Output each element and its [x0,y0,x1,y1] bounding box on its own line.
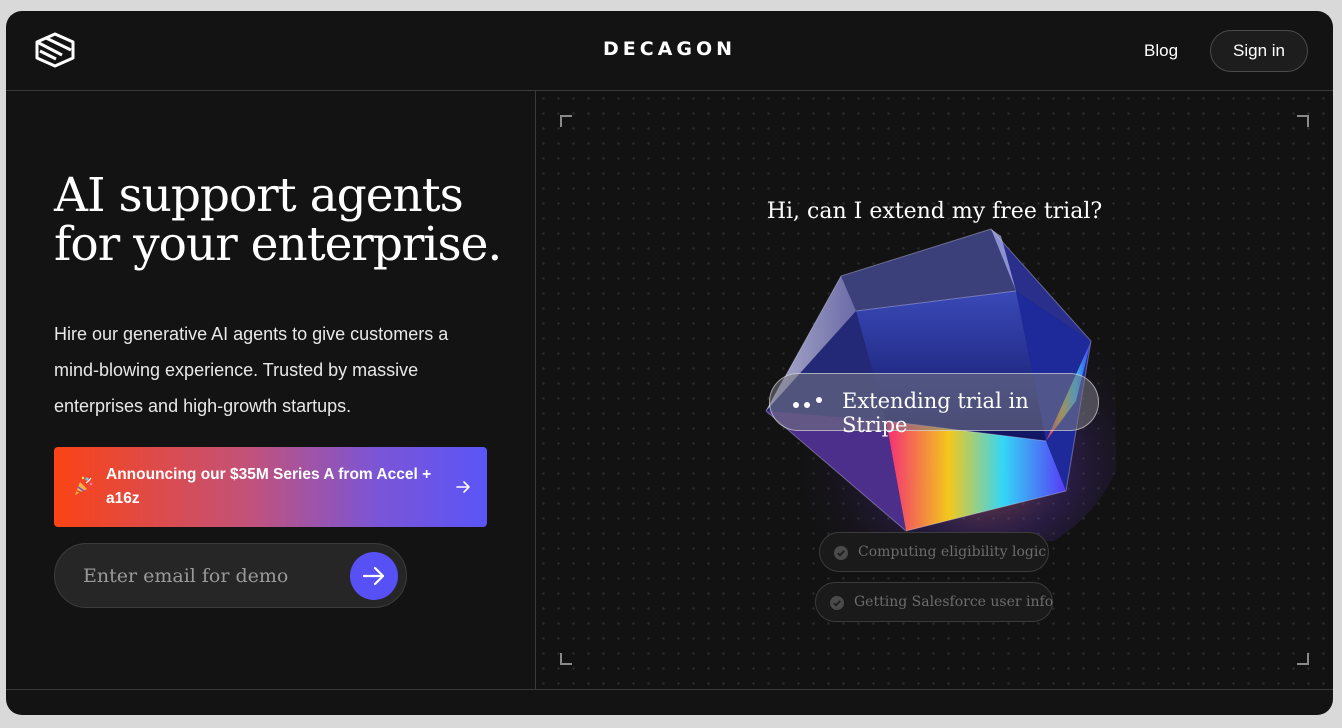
email-input[interactable] [83,558,333,594]
demo-panel: Hi, can I extend my free trial? Extendin… [536,91,1333,689]
hero-title-line-2: for your enterprise. [54,217,502,272]
typing-dots-icon [793,397,822,408]
sign-in-button[interactable]: Sign in [1210,30,1308,72]
agent-status-label: Extending trial in Stripe [842,389,1029,437]
agent-step-label: Computing eligibility logic [858,544,1047,560]
corner-mark [560,115,572,127]
chat-question: Hi, can I extend my free trial? [766,199,1103,224]
arrow-right-icon [362,566,385,586]
announcement-banner[interactable]: Announcing our $35M Series A from Accel … [54,447,487,527]
agent-step-label: Getting Salesforce user info [854,594,1054,610]
corner-mark [1297,115,1309,127]
email-submit-button[interactable] [350,552,398,600]
agent-status-pill: Extending trial in Stripe [769,373,1099,437]
agent-step: Getting Salesforce user info [815,582,1053,622]
hero-title-line-1: AI support agents [54,168,464,223]
email-demo-form [54,543,407,608]
site-header: DECAGON Blog Sign in [6,11,1333,91]
agent-step: Computing eligibility logic [819,532,1049,572]
check-circle-icon [834,546,848,560]
brand-wordmark[interactable]: DECAGON [6,38,1333,60]
arrow-right-icon [456,481,470,493]
announcement-text: Announcing our $35M Series A from Accel … [106,466,432,507]
corner-mark [560,653,572,665]
hero-title: AI support agents for your enterprise. [54,171,524,269]
hero-subtitle: Hire our generative AI agents to give cu… [54,324,449,416]
nav-blog-link[interactable]: Blog [1144,41,1178,61]
app-frame: DECAGON Blog Sign in AI support agents f… [6,11,1333,715]
horizontal-divider [6,689,1333,690]
party-popper-icon [75,476,93,495]
corner-mark [1297,653,1309,665]
check-circle-icon [830,596,844,610]
